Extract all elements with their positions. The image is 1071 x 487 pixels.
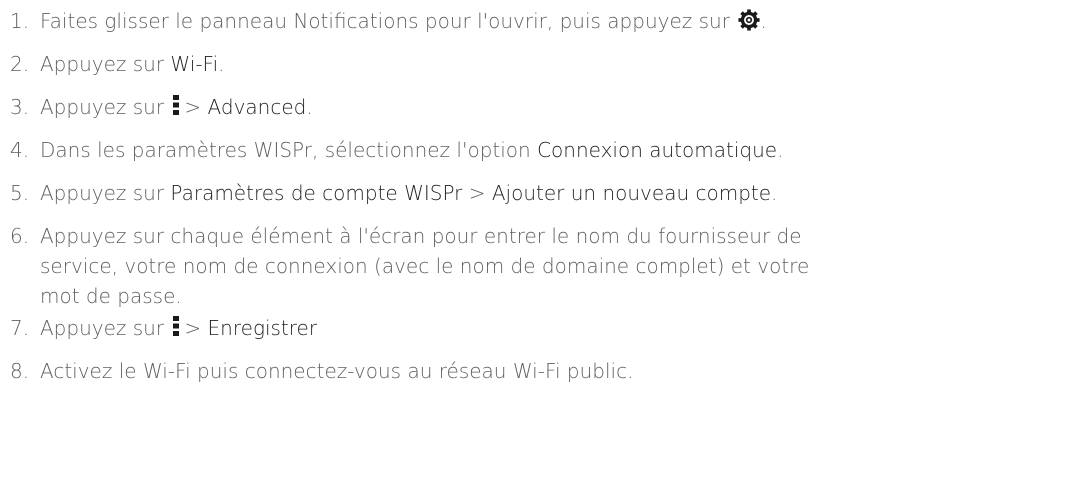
step-text-before: Appuyez sur xyxy=(40,52,171,76)
step-highlight: Wi-Fi xyxy=(170,52,219,76)
step-line: service, votre nom de connexion (avec le… xyxy=(40,254,810,278)
step-text: Appuyez sur Paramètres de compte WISPr >… xyxy=(40,178,777,208)
instruction-steps: 1. Faites glisser le panneau Notificatio… xyxy=(0,0,1071,487)
step-text-before: Appuyez sur xyxy=(40,181,171,205)
step-highlight: Enregistrer xyxy=(207,316,318,340)
step-line: Appuyez sur chaque élément à l'écran pou… xyxy=(40,224,802,248)
step-text-before: Appuyez sur xyxy=(40,95,165,119)
step-separator: > xyxy=(184,95,208,119)
step-text: Appuyez sur > Advanced. xyxy=(40,92,313,122)
step-text: Activez le Wi-Fi puis connectez-vous au … xyxy=(40,359,634,383)
step-text: Dans les paramètres WISPr, sélectionnez … xyxy=(40,135,783,165)
step-number: 7. xyxy=(10,316,30,340)
step-text-before: Dans les paramètres WISPr, sélectionnez … xyxy=(40,138,538,162)
step-highlight: Paramètres de compte WISPr xyxy=(170,181,463,205)
step-text: Appuyez sur > Enregistrer xyxy=(40,313,317,343)
step-number: 8. xyxy=(10,359,30,383)
more-vertical-icon xyxy=(173,95,180,115)
step-highlight: Advanced xyxy=(207,95,307,119)
step-highlight: Connexion automatique xyxy=(537,138,778,162)
step-number: 2. xyxy=(10,52,30,76)
step-text-after: . xyxy=(760,9,767,33)
more-vertical-icon xyxy=(173,316,180,336)
step-text: Appuyez sur Wi-Fi. xyxy=(40,49,225,79)
step-number: 3. xyxy=(10,95,30,119)
step-line: mot de passe. xyxy=(40,284,182,308)
step-separator: > xyxy=(462,181,492,205)
step-number: 5. xyxy=(10,181,30,205)
step-text-after: . xyxy=(218,52,225,76)
step-highlight-2: Ajouter un nouveau compte xyxy=(491,181,772,205)
step-text: Faites glisser le panneau Notifications … xyxy=(40,6,767,36)
step-text: Appuyez sur chaque élément à l'écran pou… xyxy=(40,221,809,311)
step-text-before: Appuyez sur xyxy=(40,316,165,340)
step-text-after: . xyxy=(306,95,313,119)
step-number: 1. xyxy=(10,9,30,33)
step-text-before: Faites glisser le panneau Notifications … xyxy=(40,9,730,33)
step-text-after: . xyxy=(771,181,778,205)
step-number: 6. xyxy=(10,224,30,248)
step-text-after: . xyxy=(777,138,784,162)
step-separator: > xyxy=(184,316,208,340)
gear-icon xyxy=(738,9,760,31)
step-number: 4. xyxy=(10,138,30,162)
